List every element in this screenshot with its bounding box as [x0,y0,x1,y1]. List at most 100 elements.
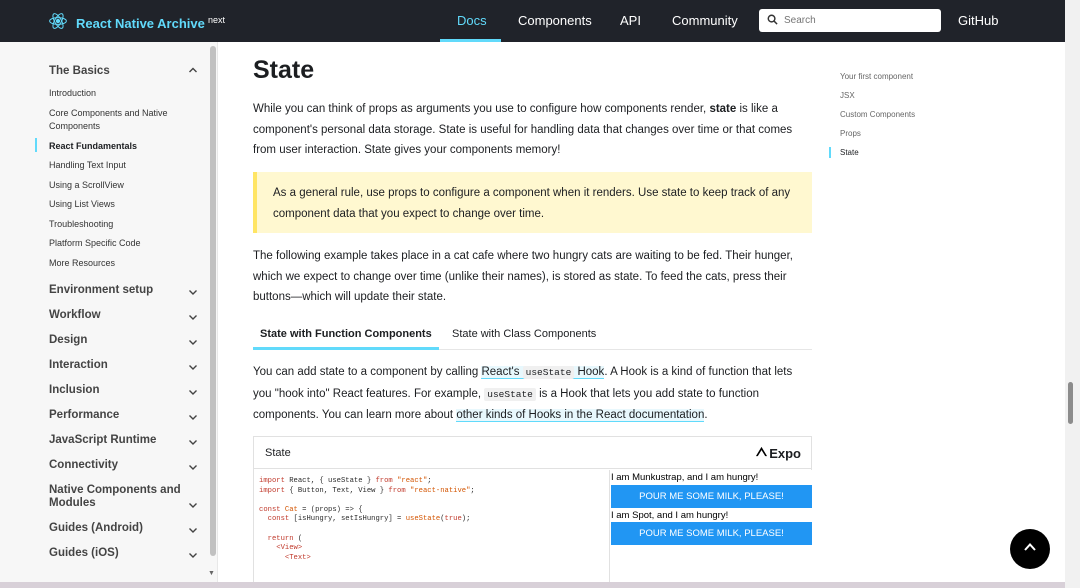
nav-link-docs[interactable]: Docs [457,13,487,28]
inline-code: useState [522,366,575,379]
toc-item-custom-components[interactable]: Custom Components [840,110,915,119]
cat-status-text: I am Munkustrap, and I am hungry! [611,472,759,483]
sidebar-category-interaction[interactable]: Interaction [49,359,108,371]
example-tabs: State with Function Components State wit… [253,323,812,350]
search-input[interactable] [784,15,934,26]
active-tab-indicator [253,347,439,350]
chevron-down-icon[interactable] [187,335,199,347]
expo-brand: Expo [769,445,801,461]
expo-icon [755,445,769,461]
brand-link[interactable]: React Native Archive [48,11,205,36]
page-scrollbar-thumb[interactable] [1068,382,1073,424]
snack-header: State Expo [254,437,811,469]
sidebar-item-react-fundamentals[interactable]: React Fundamentals [49,140,199,153]
use-state-hook-link[interactable]: React's useState Hook [481,366,605,379]
feed-cat-button[interactable]: POUR ME SOME MILK, PLEASE! [611,485,812,508]
sidebar-item-troubleshooting[interactable]: Troubleshooting [49,218,199,231]
sidebar-item-list-views[interactable]: Using List Views [49,198,199,211]
page-title: State [253,56,315,84]
callout-text: As a general rule, use props to configur… [273,187,791,220]
code-line: import React, { useState } from "react"; [259,477,432,485]
sidebar-category-connectivity[interactable]: Connectivity [49,459,118,471]
snack-title: State [265,447,291,459]
chevron-down-icon[interactable] [187,310,199,322]
search-box[interactable] [759,9,941,32]
chevron-up-icon[interactable] [187,63,199,75]
page-scrollbar-track[interactable] [1065,0,1080,588]
feed-cat-button[interactable]: POUR ME SOME MILK, PLEASE! [611,522,812,545]
sidebar-active-indicator [35,138,37,152]
chevron-down-icon[interactable] [187,460,199,472]
bottom-edge [0,582,1065,588]
react-hooks-docs-link[interactable]: other kinds of Hooks in the React docume… [456,409,705,422]
sidebar-scrollbar[interactable] [210,46,216,556]
sidebar-item-more-resources[interactable]: More Resources [49,257,199,270]
search-icon [767,12,778,30]
sidebar-category-environment-setup[interactable]: Environment setup [49,284,153,296]
sidebar-item-core-components[interactable]: Core Components and Native Components [49,107,189,133]
intro-paragraph: While you can think of props as argument… [253,99,808,161]
toc-item-first-component[interactable]: Your first component [840,72,913,81]
intro-bold-word: state [709,103,737,115]
nav-link-community[interactable]: Community [672,13,738,28]
sidebar-category-workflow[interactable]: Workflow [49,309,101,321]
code-line: const Cat = (props) => { [259,505,363,514]
sidebar-category-design[interactable]: Design [49,334,87,346]
sidebar-item-platform-specific-code[interactable]: Platform Specific Code [49,237,199,250]
hook-paragraph: You can add state to a component by call… [253,362,808,426]
expo-logo[interactable]: Expo [755,445,801,461]
example-paragraph: The following example takes place in a c… [253,250,793,303]
nav-link-github[interactable]: GitHub [958,13,998,28]
sidebar-item-scrollview[interactable]: Using a ScrollView [49,179,199,192]
toc-item-jsx[interactable]: JSX [840,91,855,100]
code-line: <View> [276,544,303,553]
cat-status-text: I am Spot, and I am hungry! [611,510,729,521]
nav-link-api[interactable]: API [620,13,641,28]
version-label[interactable]: next [208,15,225,25]
sidebar-item-handling-text-input[interactable]: Handling Text Input [49,159,199,172]
react-logo-icon [48,11,68,36]
code-line: <Text> [284,553,311,562]
sidebar-category-the-basics[interactable]: The Basics [49,65,110,77]
intro-text: While you can think of props as argument… [253,103,710,115]
sidebar-category-guides-ios[interactable]: Guides (iOS) [49,547,119,559]
toc-active-indicator [829,147,831,158]
sidebar-category-native-components[interactable]: Native Components and Modules [49,484,189,510]
sidebar-category-performance[interactable]: Performance [49,409,119,421]
chevron-down-icon[interactable] [187,548,199,560]
chevron-down-icon[interactable] [187,410,199,422]
tip-callout: As a general rule, use props to configur… [253,172,812,233]
nav-link-components[interactable]: Components [518,13,592,28]
chevron-down-icon[interactable] [187,523,199,535]
top-navbar: React Native Archive next Docs Component… [0,0,1065,42]
sidebar-category-javascript-runtime[interactable]: JavaScript Runtime [49,434,156,446]
chevron-down-icon[interactable] [187,285,199,297]
sidebar-category-guides-android[interactable]: Guides (Android) [49,522,143,534]
chevron-down-icon[interactable] [187,360,199,372]
chevron-down-icon[interactable] [187,498,199,510]
sidebar-item-introduction[interactable]: Introduction [49,87,199,100]
tab-class-components[interactable]: State with Class Components [452,328,596,340]
snack-embed: State Expo import React, { useState } fr… [253,436,812,587]
active-nav-indicator [440,39,501,42]
chevron-down-icon[interactable] [187,435,199,447]
inline-code: useState [484,387,536,401]
scroll-to-top-button[interactable] [1010,529,1050,569]
chevron-up-icon [1023,540,1037,559]
app-preview: I am Munkustrap, and I am hungry! POUR M… [609,470,812,587]
sidebar-category-inclusion[interactable]: Inclusion [49,384,99,396]
chevron-down-icon[interactable] [187,385,199,397]
code-editor[interactable]: import React, { useState } from "react";… [259,477,475,563]
toc-item-state[interactable]: State [840,148,859,157]
hook-text: . [704,409,708,421]
hook-link-text: Hook [574,366,605,378]
toc-item-props[interactable]: Props [840,129,861,138]
hook-text: You can add state to a component by call… [253,366,482,378]
code-line: import { Button, Text, View } from "reac… [259,486,475,495]
scroll-down-arrow-icon[interactable]: ▼ [208,570,215,577]
hook-link-text: React's [481,366,523,378]
tab-function-components[interactable]: State with Function Components [260,328,432,340]
code-line: const [isHungry, setIsHungry] = useState… [267,515,471,524]
